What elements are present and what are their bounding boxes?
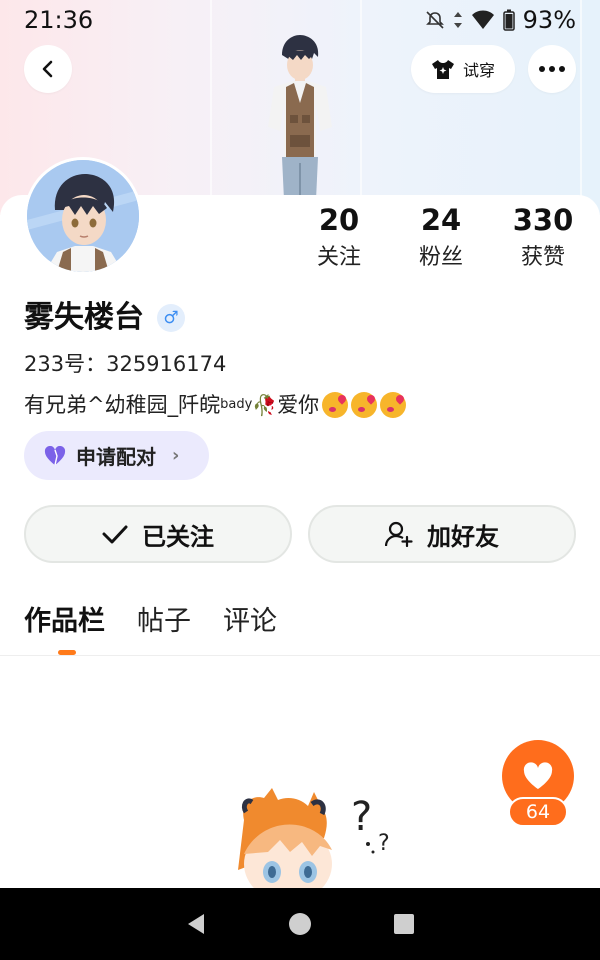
bio-sup-text: bady: [220, 397, 253, 412]
wilted-rose-icon: 🥀: [252, 393, 278, 417]
wifi-icon: [471, 10, 494, 29]
stat-likes[interactable]: 330 获赞: [503, 203, 583, 273]
profile-tabs: 作品栏 帖子 评论: [24, 600, 277, 644]
empty-state-mascot-image: ? ?: [208, 780, 418, 888]
tab-posts[interactable]: 帖子: [137, 600, 191, 644]
like-count-badge: 64: [508, 797, 568, 827]
profile-bio: 有兄弟^幼稚园_阡皖 bady 🥀 爱你: [24, 389, 407, 421]
add-user-icon: [385, 521, 413, 547]
add-friend-button[interactable]: 加好友: [308, 505, 576, 563]
stat-fans-label: 粉丝: [418, 245, 463, 270]
more-button[interactable]: [528, 45, 576, 93]
tab-comments[interactable]: 评论: [223, 600, 277, 644]
more-dots-icon: [539, 66, 565, 72]
stat-fans-count: 24: [420, 203, 462, 237]
bio-text: 有兄弟^幼稚园_阡皖: [24, 393, 221, 417]
kissing-face-icon: [322, 392, 349, 418]
chevron-left-icon: [42, 60, 53, 78]
request-pair-label: 申请配对: [76, 445, 156, 469]
nav-recents-icon[interactable]: [392, 912, 416, 936]
battery-icon: [502, 9, 515, 31]
avatar-character-image: [27, 160, 139, 272]
bio-love-text: 爱你: [277, 393, 320, 417]
stat-following[interactable]: 20 关注: [299, 203, 379, 273]
stat-fans[interactable]: 24 粉丝: [401, 203, 481, 273]
data-arrows-icon: [453, 12, 462, 28]
gender-male-icon: ♂: [157, 304, 185, 332]
status-icons: 93%: [425, 6, 576, 34]
tabs-divider: [0, 655, 600, 656]
stat-likes-label: 获赞: [520, 245, 565, 270]
gender-symbol: ♂: [163, 308, 179, 328]
nav-back-icon[interactable]: [184, 912, 208, 936]
heart-icon: [523, 762, 553, 789]
tab-works[interactable]: 作品栏: [24, 600, 105, 644]
back-button[interactable]: [24, 45, 72, 93]
check-icon: [102, 525, 128, 544]
stat-following-count: 20: [318, 203, 360, 237]
status-bar: 21:36 93%: [0, 0, 600, 40]
battery-level: 93%: [522, 6, 576, 34]
user-id[interactable]: 233号：325916174: [24, 349, 226, 379]
kissing-face-icon: [351, 392, 378, 418]
try-on-label: 试穿: [462, 61, 495, 80]
request-pair-button[interactable]: 申请配对 ›: [24, 431, 209, 480]
kissing-face-icon: [380, 392, 407, 418]
system-nav-bar: [0, 888, 600, 960]
try-on-button[interactable]: 试穿: [411, 45, 515, 93]
chevron-right-icon: ›: [172, 445, 180, 466]
svg-text:?: ?: [351, 794, 372, 840]
add-friend-label: 加好友: [427, 522, 499, 551]
stat-likes-count: 330: [512, 203, 574, 237]
stat-following-label: 关注: [316, 245, 361, 270]
user-id-label: 233号：: [24, 352, 107, 376]
avatar[interactable]: [24, 157, 142, 275]
following-button[interactable]: 已关注: [24, 505, 292, 563]
svg-text:?: ?: [378, 831, 390, 856]
tshirt-sparkle-icon: [431, 60, 454, 79]
purple-heart-icon: [44, 445, 66, 465]
following-label: 已关注: [142, 522, 214, 551]
user-id-value: 325916174: [106, 352, 227, 376]
outfit-figure-image: [252, 35, 348, 200]
notifications-off-icon: [425, 11, 444, 29]
profile-name: 雾失楼台: [24, 300, 144, 335]
status-time: 21:36: [24, 6, 94, 34]
nav-home-icon[interactable]: [288, 912, 312, 936]
